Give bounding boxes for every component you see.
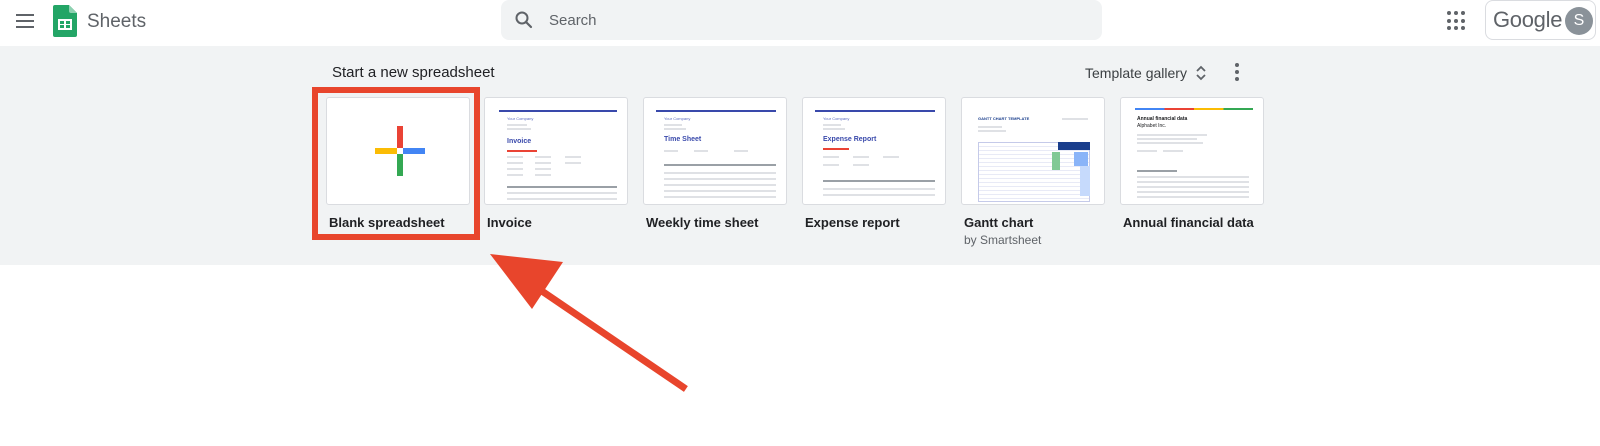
template-name: Annual financial data [1123,215,1254,230]
thumb-company: Your Company [664,116,691,121]
google-wordmark: Google [1493,7,1563,32]
thumb-title: Time Sheet [664,136,702,143]
template-annual-financial-data[interactable]: Annual financial data Alphabet Inc. Annu… [1120,97,1264,230]
unfold-icon [1196,65,1206,81]
thumb-title: Expense Report [823,136,877,143]
template-thumbnail[interactable]: Annual financial data Alphabet Inc. [1120,97,1264,205]
top-bar: Sheets Google S [0,0,1600,46]
template-name: Invoice [487,215,532,230]
thumb-title: Annual financial data [1137,116,1188,122]
thumb-company: Alphabet Inc. [1137,123,1167,129]
template-name: Expense report [805,215,900,230]
template-invoice[interactable]: Your Company Invoice Invoice [484,97,628,230]
sheets-logo-icon[interactable] [53,5,77,37]
template-thumbnail[interactable]: GANTT CHART TEMPLATE [961,97,1105,205]
account-switcher[interactable]: Google S [1485,0,1596,40]
more-vert-icon[interactable] [1230,60,1244,84]
main-menu-icon[interactable] [14,10,36,32]
template-expense-report[interactable]: Your Company Expense Report Expense repo… [802,97,946,230]
template-thumbnail[interactable] [326,97,470,205]
section-title: Start a new spreadsheet [332,64,495,81]
search-input[interactable] [549,0,1089,40]
template-band: Start a new spreadsheet Template gallery… [0,46,1600,265]
thumb-title: Invoice [507,138,532,145]
search-icon[interactable] [514,10,534,30]
template-name: Gantt chart [964,215,1034,230]
apps-grid-icon[interactable] [1447,11,1467,31]
plus-icon [375,126,425,176]
search-bar[interactable] [501,0,1102,40]
app-name[interactable]: Sheets [87,11,146,33]
avatar[interactable]: S [1565,7,1593,35]
template-thumbnail[interactable]: Your Company Invoice [484,97,628,205]
template-gantt-chart[interactable]: GANTT CHART TEMPLATE Gantt chart by Smar… [961,97,1105,247]
template-gallery-label: Template gallery [1085,65,1187,81]
template-subtitle: by Smartsheet [964,233,1042,247]
template-thumbnail[interactable]: Your Company Expense Report [802,97,946,205]
thumb-title: GANTT CHART TEMPLATE [978,116,1030,121]
template-blank[interactable]: Blank spreadsheet [326,97,470,230]
template-name: Blank spreadsheet [329,215,445,230]
template-name: Weekly time sheet [646,215,759,230]
thumb-company: Your Company [507,116,534,121]
template-thumbnail[interactable]: Your Company Time Sheet [643,97,787,205]
template-gallery-button[interactable]: Template gallery [1085,61,1207,85]
template-weekly-time-sheet[interactable]: Your Company Time Sheet Weekly time shee… [643,97,787,230]
thumb-company: Your Company [823,116,850,121]
